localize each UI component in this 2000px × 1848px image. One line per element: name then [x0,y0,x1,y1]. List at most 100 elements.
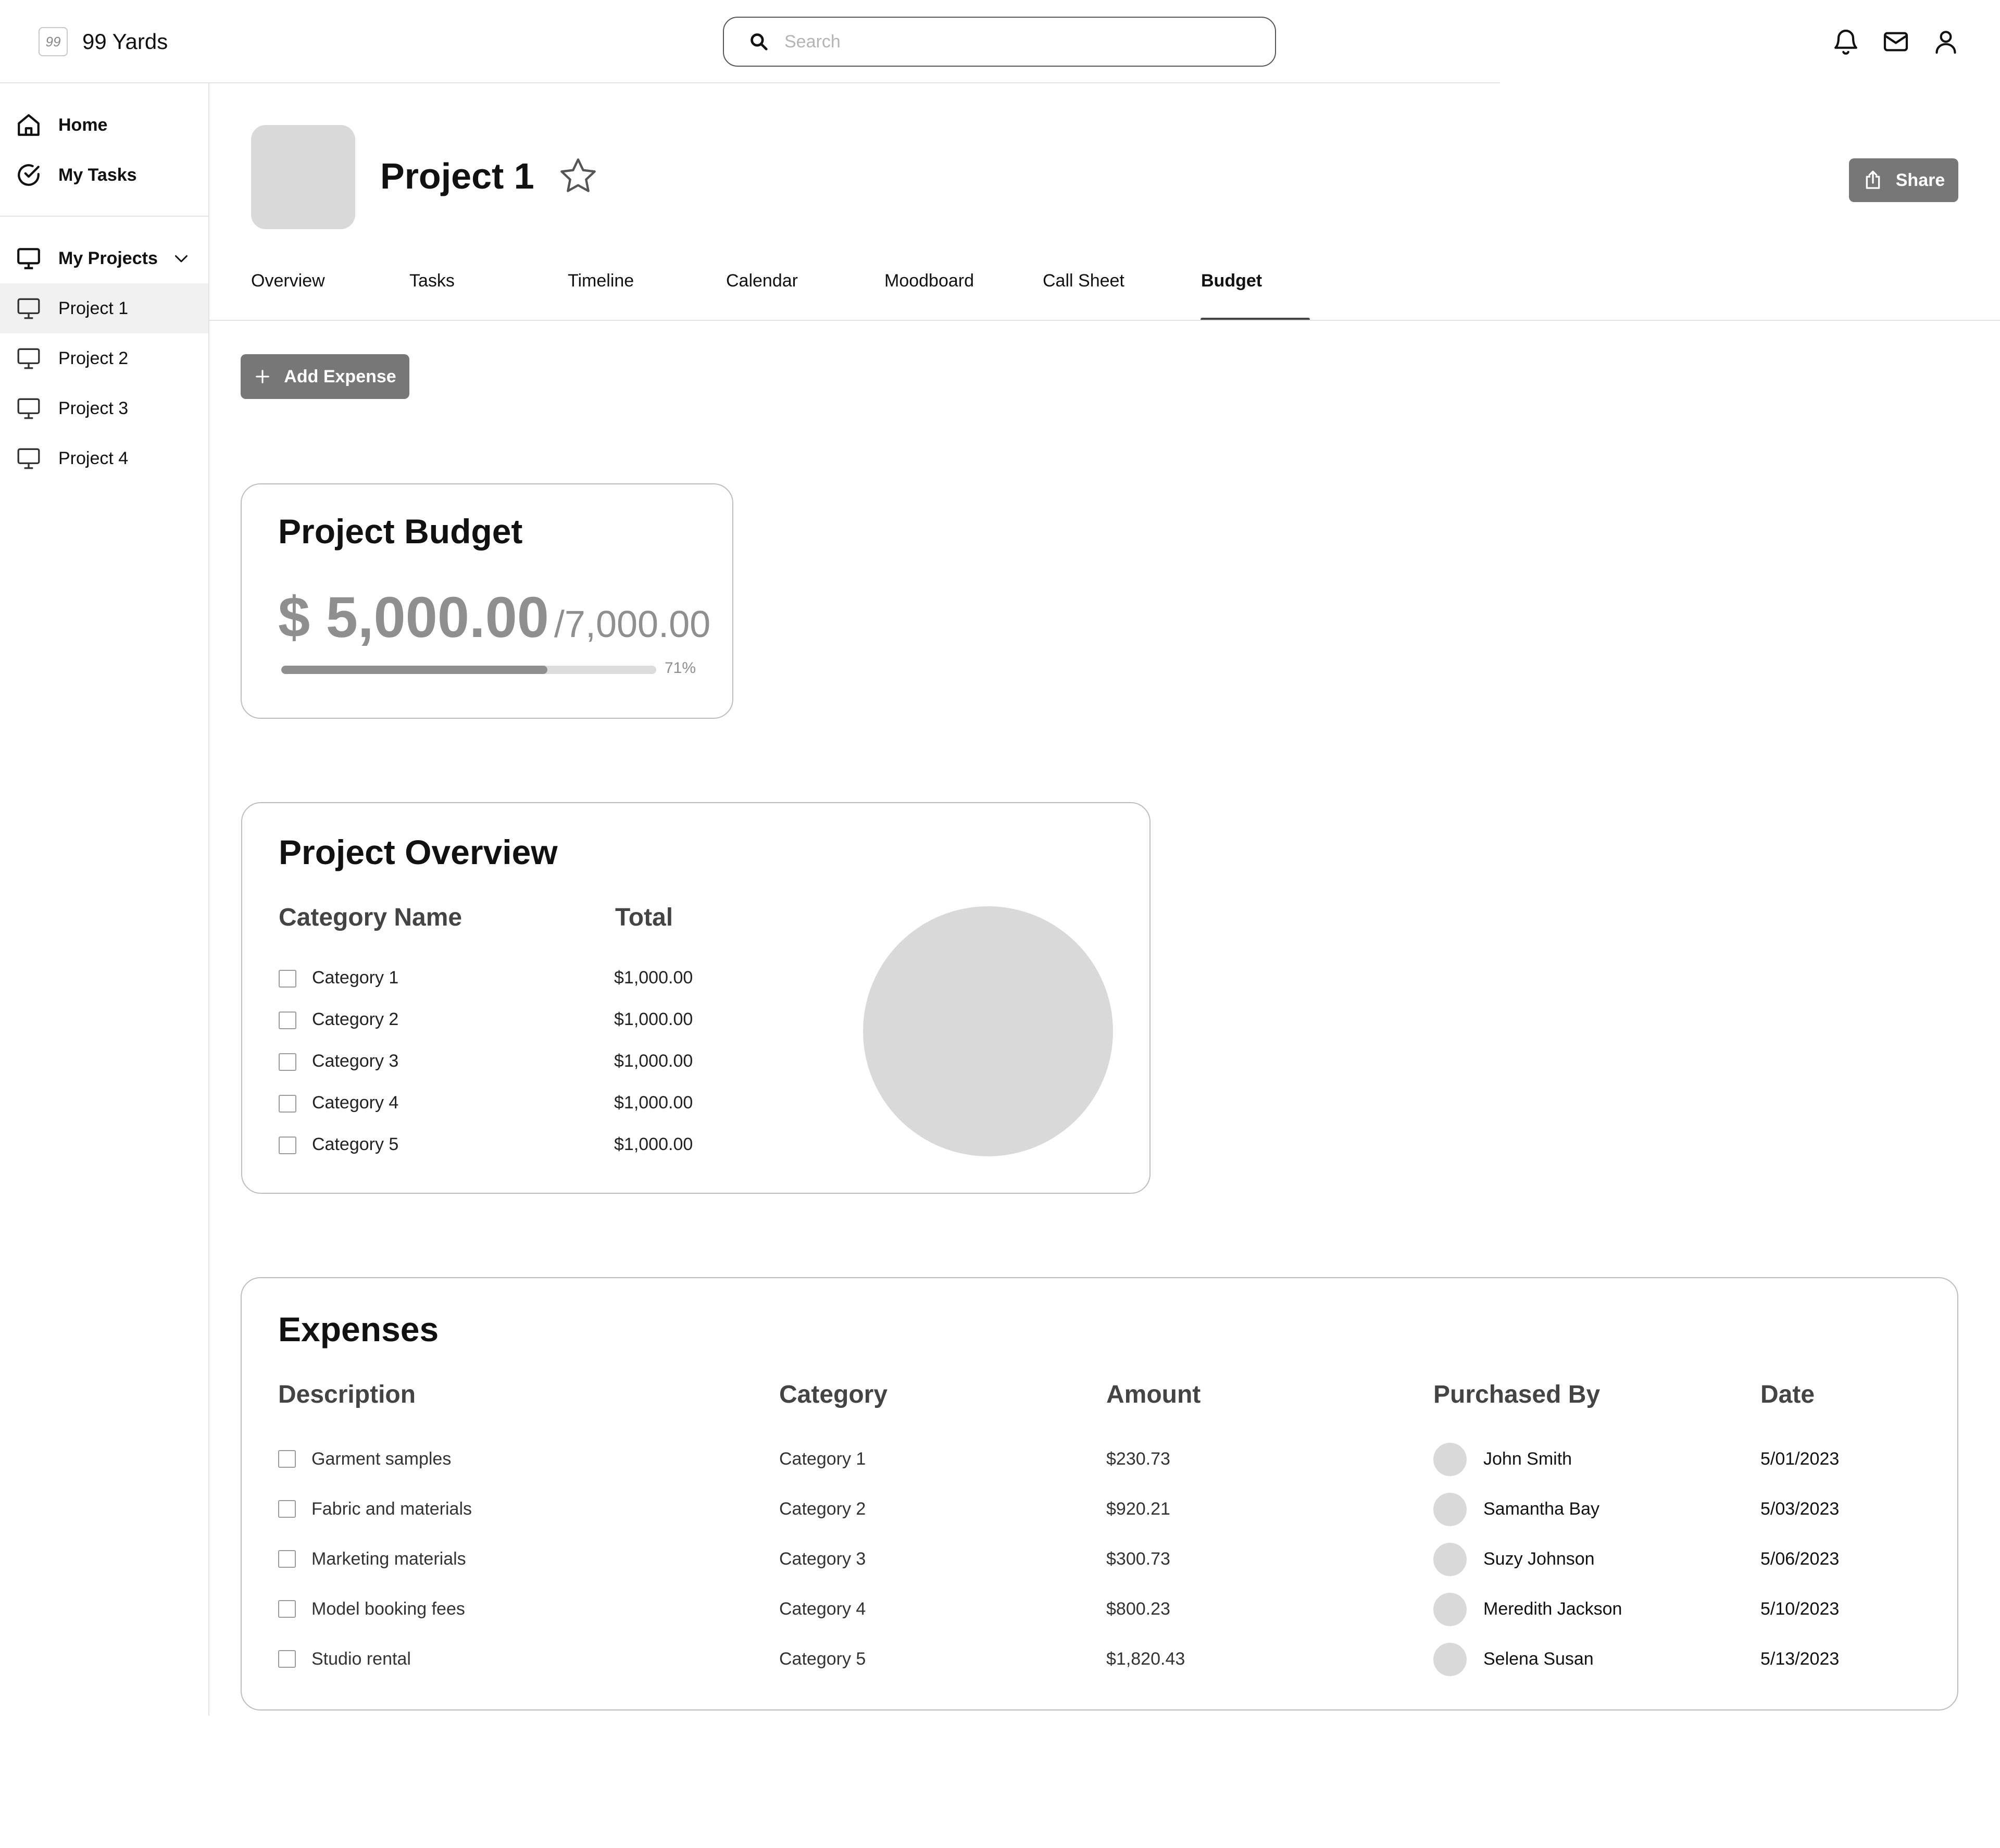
user-icon[interactable] [1931,27,1960,56]
tab-overview[interactable]: Overview [251,271,325,291]
sidebar-item-my-tasks[interactable]: My Tasks [0,150,208,200]
column-header-purchased-by: Purchased By [1433,1381,1601,1408]
star-icon[interactable] [557,155,599,197]
column-header-amount: Amount [1106,1381,1201,1408]
row-checkbox[interactable] [279,1137,296,1154]
expense-amount: $300.73 [1106,1549,1170,1569]
avatar [1433,1443,1467,1476]
row-checkbox[interactable] [279,970,296,988]
tab-moodboard[interactable]: Moodboard [884,271,974,291]
expense-description: Marketing materials [311,1549,466,1569]
expenses-card: Expenses Description Category Amount Pur… [241,1277,1958,1710]
category-row: Category 3 $1,000.00 [279,1049,747,1075]
expense-amount: $1,820.43 [1106,1649,1185,1669]
row-checkbox[interactable] [278,1650,296,1668]
expense-category: Category 5 [779,1649,866,1669]
expense-date: 5/10/2023 [1760,1599,1840,1619]
category-total: $1,000.00 [614,1134,693,1154]
category-name: Category 5 [312,1134,399,1154]
column-header-description: Description [278,1381,416,1408]
search-input[interactable] [783,31,1252,53]
row-checkbox[interactable] [278,1450,296,1468]
share-label: Share [1895,170,1945,190]
row-checkbox[interactable] [279,1053,296,1071]
table-row: Model booking fees Category 4 $800.23 Mered… [278,1593,1934,1626]
card-title: Project Overview [279,833,558,871]
expense-category: Category 2 [779,1499,866,1519]
row-checkbox[interactable] [278,1600,296,1618]
table-row: Fabric and materials Category 2 $920.21 Sam… [278,1493,1934,1526]
budget-percent: 71% [665,659,696,677]
search-bar[interactable] [723,17,1276,67]
purchased-by: Meredith Jackson [1483,1599,1622,1619]
expense-description: Fabric and materials [311,1499,472,1519]
category-row: Category 1 $1,000.00 [279,966,747,992]
tab-calendar[interactable]: Calendar [726,271,798,291]
monitor-icon [17,248,40,269]
budget-spent: $ 5,000.00/7,000.00 [278,584,710,651]
row-checkbox[interactable] [278,1500,296,1518]
sidebar-item-project[interactable]: Project 2 [0,333,208,383]
budget-total: /7,000.00 [554,604,711,645]
expense-description: Garment samples [311,1449,452,1469]
purchased-by: Samantha Bay [1483,1499,1600,1519]
search-icon [751,33,768,51]
tab-tasks[interactable]: Tasks [409,271,455,291]
monitor-icon [17,398,40,419]
sidebar-item-label: My Projects [58,248,158,268]
brand[interactable]: 99 99 Yards [39,27,168,56]
sidebar-item-label: Project 3 [58,398,129,418]
column-header-category: Category Name [279,904,463,931]
top-bar-divider [0,82,1500,83]
sidebar-item-home[interactable]: Home [0,100,208,150]
mail-icon[interactable] [1881,27,1910,56]
expense-category: Category 3 [779,1549,866,1569]
category-name: Category 3 [312,1051,399,1071]
purchased-by: Selena Susan [1483,1649,1594,1669]
tab-budget[interactable]: Budget [1201,271,1262,291]
avatar [1433,1543,1467,1576]
check-circle-icon [18,164,40,186]
tab-bar-divider [209,320,2000,321]
avatar [1433,1493,1467,1526]
row-checkbox[interactable] [278,1550,296,1568]
table-row: Marketing materials Category 3 $300.73 Suzy… [278,1543,1934,1576]
row-checkbox[interactable] [279,1012,296,1029]
add-expense-label: Add Expense [284,366,396,386]
share-button[interactable]: Share [1849,158,1958,202]
budget-progress-bar [281,666,656,674]
expense-description: Model booking fees [311,1599,465,1619]
category-row: Category 5 $1,000.00 [279,1132,747,1158]
share-icon [1866,170,1880,189]
category-name: Category 4 [312,1093,399,1113]
card-title: Expenses [278,1310,439,1348]
expense-amount: $920.21 [1106,1499,1170,1519]
app-name: 99 Yards [82,29,168,54]
sidebar-item-my-projects[interactable]: My Projects [0,233,208,283]
category-row: Category 4 $1,000.00 [279,1091,747,1117]
avatar [1433,1643,1467,1676]
tab-timeline[interactable]: Timeline [568,271,634,291]
pie-chart [863,906,1113,1156]
expense-date: 5/06/2023 [1760,1549,1840,1569]
project-thumbnail [251,125,355,229]
logo-icon: 99 [39,27,68,56]
purchased-by: Suzy Johnson [1483,1549,1595,1569]
bell-icon[interactable] [1831,27,1860,56]
category-name: Category 2 [312,1009,399,1029]
chevron-down-icon[interactable] [172,249,191,268]
tab-call-sheet[interactable]: Call Sheet [1043,271,1124,291]
column-header-total: Total [615,904,673,931]
add-expense-button[interactable]: Add Expense [241,354,409,399]
sidebar-item-project[interactable]: Project 4 [0,433,208,483]
sidebar-item-project[interactable]: Project 3 [0,383,208,433]
row-checkbox[interactable] [279,1095,296,1113]
sidebar-item-label: Home [58,115,108,135]
project-overview-card: Project Overview Category Name Total Cat… [241,802,1151,1194]
expense-description: Studio rental [311,1649,411,1669]
expense-category: Category 1 [779,1449,866,1469]
sidebar-item-project[interactable]: Project 1 [0,283,208,333]
table-row: Garment samples Category 1 $230.73 John Smi… [278,1443,1934,1476]
column-header-category: Category [779,1381,888,1408]
category-total: $1,000.00 [614,1009,693,1029]
